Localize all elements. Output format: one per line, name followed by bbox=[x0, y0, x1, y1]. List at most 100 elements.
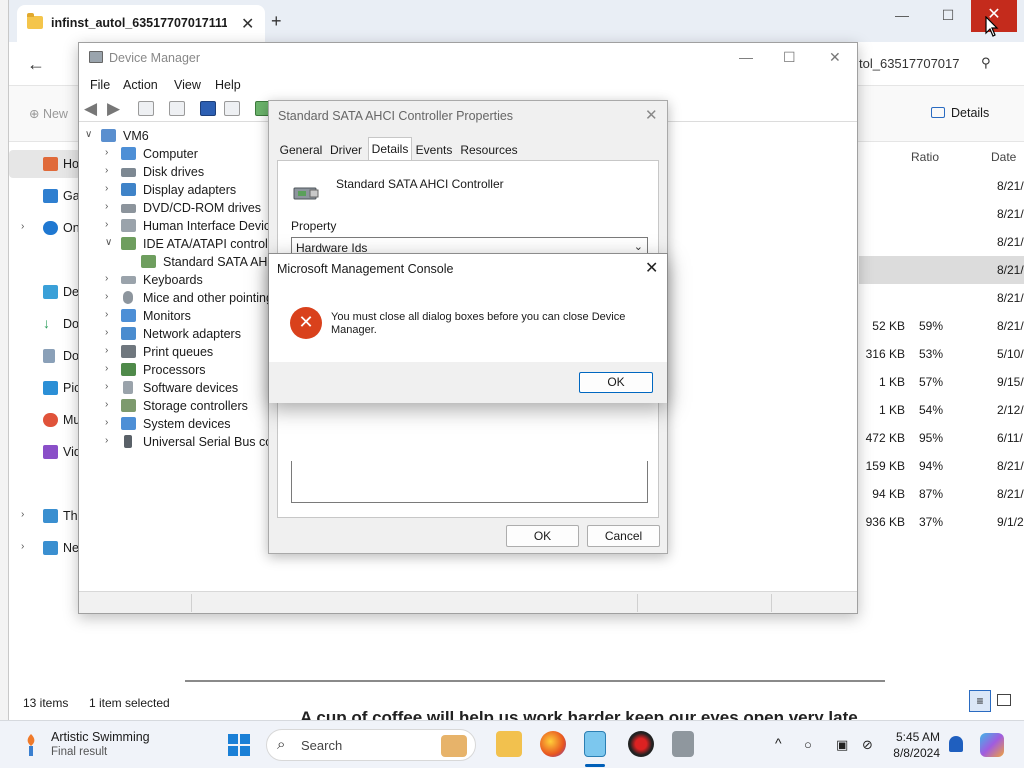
firefox-icon[interactable] bbox=[540, 731, 566, 757]
file-row[interactable]: 472 KB 95% 6/11/ bbox=[859, 424, 1024, 452]
tree-expand-icon[interactable]: › bbox=[105, 327, 108, 338]
details-pane-button[interactable]: Details bbox=[931, 106, 989, 120]
tab-close-icon[interactable]: ✕ bbox=[241, 14, 254, 34]
menu-help[interactable]: Help bbox=[215, 78, 241, 92]
file-row[interactable]: 936 KB 37% 9/1/2 bbox=[859, 508, 1024, 536]
mmc-ok-button[interactable]: OK bbox=[579, 372, 653, 393]
tree-expand-icon[interactable]: › bbox=[105, 309, 108, 320]
notification-bell-icon[interactable] bbox=[949, 736, 963, 752]
tree-expand-icon[interactable]: › bbox=[105, 219, 108, 230]
menu-view[interactable]: View bbox=[174, 78, 201, 92]
nav-item-music[interactable]: Mu bbox=[9, 406, 81, 434]
device-manager-taskbar-icon[interactable] bbox=[672, 731, 694, 757]
file-row[interactable]: 94 KB 87% 8/21/ bbox=[859, 480, 1024, 508]
dm-maximize-button[interactable]: ☐ bbox=[783, 49, 796, 66]
nav-chevron-icon[interactable]: › bbox=[21, 541, 24, 552]
toolbar-help-icon[interactable] bbox=[200, 101, 216, 116]
new-button[interactable]: ⊕ New bbox=[29, 106, 68, 121]
file-row[interactable]: 316 KB 53% 5/10/ bbox=[859, 340, 1024, 368]
tree-expand-icon[interactable]: ∨ bbox=[85, 129, 92, 140]
tree-expand-icon[interactable]: › bbox=[105, 165, 108, 176]
toolbar-properties-icon[interactable] bbox=[169, 101, 185, 116]
tab-driver[interactable]: Driver bbox=[327, 139, 365, 161]
file-row[interactable]: 8/21/ bbox=[859, 228, 1024, 256]
news-widget-title[interactable]: Artistic Swimming bbox=[51, 730, 150, 744]
tree-expand-icon[interactable]: › bbox=[105, 417, 108, 428]
nav-item-home[interactable]: Ho bbox=[9, 150, 81, 178]
torch-news-icon[interactable] bbox=[22, 733, 40, 757]
file-row[interactable]: 8/21/ bbox=[859, 284, 1024, 312]
nav-chevron-icon[interactable]: › bbox=[21, 509, 24, 520]
toolbar-view-icon[interactable] bbox=[224, 101, 240, 116]
toolbar-show-hide-tree-icon[interactable] bbox=[138, 101, 154, 116]
address-path-text[interactable]: tol_63517707017 bbox=[859, 56, 960, 71]
new-tab-button[interactable]: + bbox=[271, 11, 282, 32]
file-row[interactable]: 52 KB 59% 8/21/ bbox=[859, 312, 1024, 340]
nav-item-pictures[interactable]: Pic bbox=[9, 374, 81, 402]
properties-cancel-button[interactable]: Cancel bbox=[587, 525, 660, 547]
nav-item-desktop[interactable]: Des bbox=[9, 278, 85, 306]
volume-muted-icon[interactable]: ⊘ bbox=[862, 737, 873, 753]
nav-item-videos[interactable]: Vid bbox=[9, 438, 81, 466]
app-red-icon[interactable] bbox=[628, 731, 654, 757]
explorer-maximize-button[interactable]: ☐ bbox=[925, 0, 971, 32]
notepad-taskbar-icon[interactable] bbox=[584, 731, 606, 757]
tree-expand-icon[interactable]: › bbox=[105, 147, 108, 158]
tab-details[interactable]: Details bbox=[368, 137, 412, 160]
explorer-tab[interactable]: infinst_autol_6351770701711180 ✕ bbox=[17, 5, 265, 42]
toolbar-forward-icon[interactable]: ▶ bbox=[107, 99, 120, 119]
file-explorer-taskbar-icon[interactable] bbox=[496, 731, 522, 757]
tree-expand-icon[interactable]: › bbox=[105, 399, 108, 410]
mmc-close-button[interactable]: ✕ bbox=[645, 258, 658, 278]
nav-item-downloads[interactable]: ↓ Do bbox=[9, 310, 81, 338]
tray-overflow-chevron-icon[interactable]: ^ bbox=[775, 735, 782, 751]
nav-item-documents[interactable]: Do bbox=[9, 342, 81, 370]
dm-minimize-button[interactable]: — bbox=[739, 49, 753, 65]
menu-file[interactable]: File bbox=[90, 78, 110, 92]
nav-chevron-icon[interactable]: › bbox=[21, 221, 24, 232]
tab-resources[interactable]: Resources bbox=[459, 139, 519, 161]
tree-expand-icon[interactable]: › bbox=[105, 381, 108, 392]
tree-expand-icon[interactable]: › bbox=[105, 291, 108, 302]
network-offline-icon[interactable]: ○ bbox=[804, 737, 812, 752]
tab-events[interactable]: Events bbox=[414, 139, 454, 161]
properties-ok-button[interactable]: OK bbox=[506, 525, 579, 547]
properties-close-button[interactable]: ✕ bbox=[645, 106, 658, 124]
tree-expand-icon[interactable]: › bbox=[105, 345, 108, 356]
tree-expand-icon[interactable]: › bbox=[105, 363, 108, 374]
tab-general[interactable]: General bbox=[279, 139, 323, 161]
details-view-button[interactable]: ≡ bbox=[969, 690, 991, 712]
tiles-view-button[interactable] bbox=[997, 694, 1011, 706]
clock-date[interactable]: 8/8/2024 bbox=[884, 746, 940, 760]
nav-item-gallery[interactable]: Gal bbox=[9, 182, 82, 210]
dm-close-button[interactable]: ✕ bbox=[829, 49, 841, 66]
nav-item-onedrive[interactable]: › On bbox=[9, 214, 81, 242]
menu-action[interactable]: Action bbox=[123, 78, 158, 92]
column-header-date[interactable]: Date bbox=[991, 150, 1016, 164]
clock-time[interactable]: 5:45 AM bbox=[892, 730, 940, 744]
toolbar-back-icon[interactable]: ◀ bbox=[84, 99, 97, 119]
tree-expand-icon[interactable]: › bbox=[105, 201, 108, 212]
tree-collapse-icon[interactable]: ∨ bbox=[105, 237, 112, 248]
back-arrow-icon[interactable]: ← bbox=[27, 54, 45, 75]
tree-expand-icon[interactable]: › bbox=[105, 435, 108, 446]
explorer-minimize-button[interactable]: — bbox=[879, 0, 925, 32]
tree-expand-icon[interactable]: › bbox=[105, 183, 108, 194]
taskbar-search-box[interactable]: ⌕ Search bbox=[266, 729, 476, 761]
copilot-icon[interactable] bbox=[980, 733, 1004, 757]
file-row-selected[interactable]: 8/21/ bbox=[859, 256, 1024, 284]
file-row[interactable]: 1 KB 57% 9/15/ bbox=[859, 368, 1024, 396]
file-row[interactable]: 1 KB 54% 2/12/ bbox=[859, 396, 1024, 424]
file-row[interactable]: 8/21/ bbox=[859, 200, 1024, 228]
file-row[interactable]: 159 KB 94% 8/21/ bbox=[859, 452, 1024, 480]
tree-expand-icon[interactable]: › bbox=[105, 273, 108, 284]
file-row[interactable]: 8/21/ bbox=[859, 172, 1024, 200]
search-icon[interactable]: ⚲ bbox=[981, 55, 991, 71]
display-icon[interactable]: ▣ bbox=[836, 737, 848, 753]
horizontal-scrollbar[interactable] bbox=[185, 680, 885, 682]
nav-item-this-pc[interactable]: › Thi bbox=[9, 502, 81, 530]
nav-item-network[interactable]: › Ne bbox=[9, 534, 81, 562]
column-header-ratio[interactable]: Ratio bbox=[911, 150, 939, 164]
news-widget-subtitle[interactable]: Final result bbox=[51, 746, 107, 758]
start-button[interactable] bbox=[228, 734, 250, 756]
